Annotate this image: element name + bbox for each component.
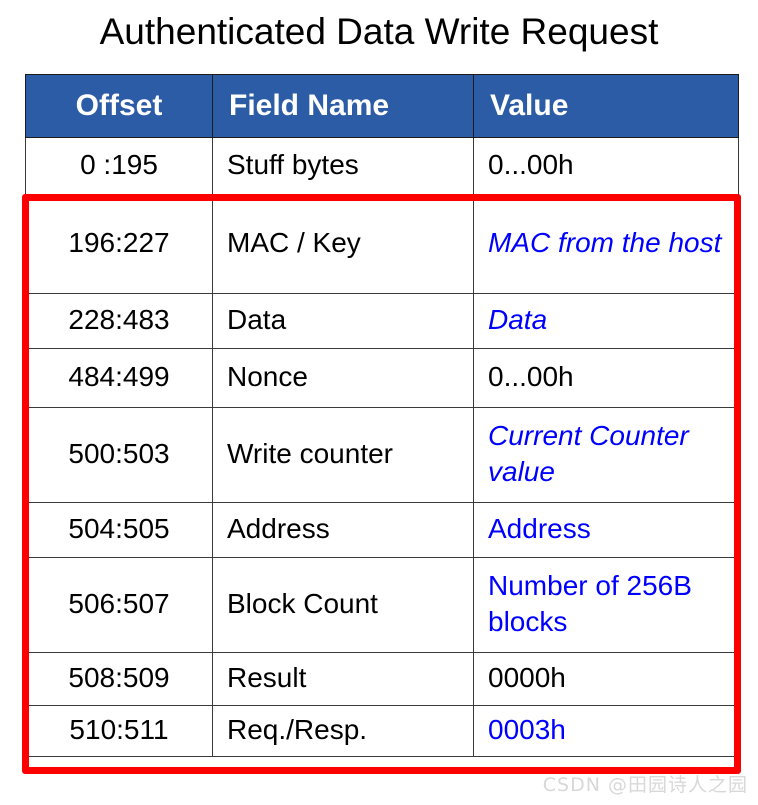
authenticated-data-write-request-table: Offset Field Name Value 0 :195 Stuff byt… (25, 74, 739, 757)
cell-value: 0...00h (473, 348, 739, 408)
offset-value: 510:511 (69, 714, 169, 745)
value-text: Current Counter value (488, 420, 689, 487)
cell-offset: 504:505 (25, 502, 213, 558)
cell-offset: 500:503 (25, 407, 213, 503)
cell-value: Current Counter value (473, 407, 739, 503)
cell-offset: 506:507 (25, 557, 213, 653)
cell-field-name: Write counter (212, 407, 474, 503)
column-header-value-label: Value (490, 89, 569, 122)
table-row: 510:511 Req./Resp. 0003h (25, 705, 739, 757)
cell-offset: 484:499 (25, 348, 213, 408)
column-header-value: Value (473, 74, 739, 138)
offset-value: 0 :195 (80, 149, 158, 180)
table-row: 484:499 Nonce 0...00h (25, 348, 739, 408)
offset-value: 504:505 (68, 513, 170, 544)
page-title: Authenticated Data Write Request (99, 11, 659, 52)
offset-value: 508:509 (68, 662, 170, 693)
field-name-value: Stuff bytes (227, 149, 359, 180)
cell-field-name: Result (212, 652, 474, 706)
cell-value: Number of 256B blocks (473, 557, 739, 653)
cell-offset: 0 :195 (25, 137, 213, 195)
column-header-field-name-label: Field Name (229, 89, 390, 122)
cell-field-name: Stuff bytes (212, 137, 474, 195)
table-row: 500:503 Write counter Current Counter va… (25, 407, 739, 503)
spec-table-container: Offset Field Name Value 0 :195 Stuff byt… (25, 74, 739, 757)
offset-value: 500:503 (68, 438, 170, 469)
offset-value: 506:507 (68, 588, 170, 619)
cell-offset: 196:227 (25, 194, 213, 294)
column-header-offset: Offset (25, 74, 213, 138)
offset-value: 228:483 (68, 304, 170, 335)
watermark-text: CSDN @田园诗人之园 (542, 774, 748, 796)
cell-value: Address (473, 502, 739, 558)
table-row: 196:227 MAC / Key MAC from the host (25, 194, 739, 294)
table-header: Offset Field Name Value (25, 74, 739, 138)
value-text: 0...00h (488, 149, 574, 180)
field-name-value: Address (227, 513, 330, 544)
value-text: 0003h (488, 714, 566, 745)
field-name-value: Result (227, 662, 307, 693)
cell-value: Data (473, 293, 739, 349)
offset-value: 196:227 (68, 227, 170, 258)
value-text: MAC from the host (488, 227, 722, 258)
table-row: 508:509 Result 0000h (25, 652, 739, 706)
cell-value: 0000h (473, 652, 739, 706)
field-name-value: MAC / Key (227, 227, 361, 258)
cell-field-name: Address (212, 502, 474, 558)
field-name-value: Write counter (227, 438, 393, 469)
cell-field-name: Block Count (212, 557, 474, 653)
cell-offset: 228:483 (25, 293, 213, 349)
column-header-offset-label: Offset (75, 89, 163, 122)
cell-field-name: Req./Resp. (212, 705, 474, 757)
cell-offset: 510:511 (25, 705, 213, 757)
value-text: Data (488, 304, 548, 335)
value-text: 0...00h (488, 361, 574, 392)
cell-field-name: Data (212, 293, 474, 349)
table-row: 228:483 Data Data (25, 293, 739, 349)
value-text: Number of 256B blocks (488, 570, 692, 637)
value-text: Address (488, 513, 591, 544)
value-text: 0000h (488, 662, 566, 693)
table-row: 506:507 Block Count Number of 256B block… (25, 557, 739, 653)
field-name-value: Block Count (227, 588, 378, 619)
cell-value: 0...00h (473, 137, 739, 195)
field-name-value: Data (227, 304, 287, 335)
cell-field-name: MAC / Key (212, 194, 474, 294)
table-row: 0 :195 Stuff bytes 0...00h (25, 137, 739, 195)
cell-field-name: Nonce (212, 348, 474, 408)
table-header-row: Offset Field Name Value (25, 74, 739, 138)
offset-value: 484:499 (68, 361, 170, 392)
field-name-value: Nonce (227, 361, 308, 392)
column-header-field-name: Field Name (212, 74, 474, 138)
field-name-value: Req./Resp. (227, 714, 368, 745)
cell-value: 0003h (473, 705, 739, 757)
table-body: 0 :195 Stuff bytes 0...00h 196:227 MAC /… (25, 137, 739, 757)
table-row: 504:505 Address Address (25, 502, 739, 558)
cell-offset: 508:509 (25, 652, 213, 706)
cell-value: MAC from the host (473, 194, 739, 294)
